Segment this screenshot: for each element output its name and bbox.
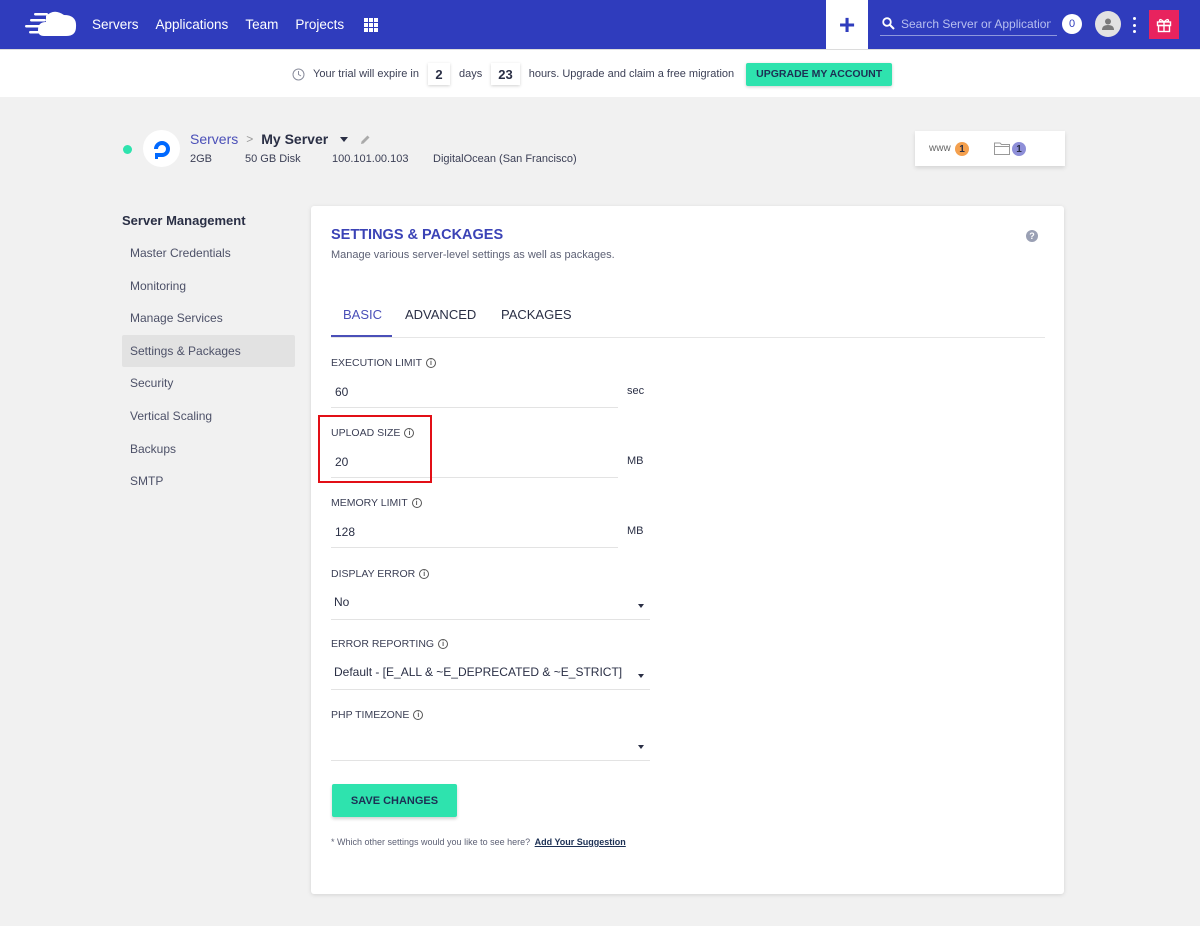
info-icon[interactable]: i bbox=[411, 498, 422, 508]
tab-basic[interactable]: BASIC bbox=[343, 307, 382, 322]
clock-icon bbox=[292, 68, 305, 80]
trial-text-prefix: Your trial will expire in bbox=[313, 68, 419, 80]
info-icon[interactable]: i bbox=[404, 428, 415, 438]
digitalocean-logo bbox=[143, 130, 180, 167]
page-subtitle: Manage various server-level settings as … bbox=[331, 249, 615, 261]
edit-pencil-icon[interactable] bbox=[360, 134, 371, 145]
error-reporting-label-text: ERROR REPORTING bbox=[331, 638, 435, 650]
upload-size-label: UPLOAD SIZE i bbox=[331, 427, 415, 439]
add-suggestion-link[interactable]: Add Your Suggestion bbox=[535, 837, 626, 847]
info-icon[interactable]: i bbox=[419, 569, 430, 579]
sidebar-item-security[interactable]: Security bbox=[122, 367, 295, 399]
add-new-button[interactable]: + bbox=[826, 0, 868, 49]
search-icon bbox=[882, 17, 895, 30]
nav-link-servers[interactable]: Servers bbox=[92, 17, 139, 32]
settings-tabs: BASIC ADVANCED PACKAGES bbox=[331, 301, 1045, 338]
info-icon[interactable]: i bbox=[438, 639, 449, 649]
sidebar-item-manage-services[interactable]: Manage Services bbox=[122, 302, 295, 334]
sidebar-item-monitoring[interactable]: Monitoring bbox=[122, 270, 295, 302]
display-error-label: DISPLAY ERROR i bbox=[331, 568, 430, 580]
breadcrumb-servers-link[interactable]: Servers bbox=[190, 131, 238, 147]
breadcrumb-chevron-icon: > bbox=[246, 132, 254, 146]
display-error-select[interactable]: No bbox=[331, 588, 650, 620]
top-navigation-bar: Servers Applications Team Projects + 0 bbox=[0, 0, 1200, 49]
search-box bbox=[880, 12, 1057, 36]
trial-hours-value: 23 bbox=[491, 63, 520, 85]
suggestion-text: * Which other settings would you like to… bbox=[331, 837, 531, 847]
notification-count-badge[interactable]: 0 bbox=[1062, 14, 1082, 34]
trial-banner: Your trial will expire in 2 days 23 hour… bbox=[0, 49, 1200, 97]
server-resource-counts: www 1 1 bbox=[915, 131, 1065, 166]
sidebar-item-smtp[interactable]: SMTP bbox=[122, 465, 295, 497]
execution-limit-label-text: EXECUTION LIMIT bbox=[331, 357, 423, 369]
execution-limit-unit: sec bbox=[627, 385, 645, 397]
sidebar-item-settings-packages[interactable]: Settings & Packages bbox=[122, 334, 295, 367]
trial-text-suffix: hours. Upgrade and claim a free migratio… bbox=[528, 68, 735, 80]
server-disk: 50 GB Disk bbox=[245, 153, 301, 165]
server-ram: 2GB bbox=[190, 153, 213, 165]
upload-size-label-text: UPLOAD SIZE bbox=[331, 427, 401, 439]
folder-icon[interactable] bbox=[994, 142, 1010, 155]
server-switcher-caret-icon[interactable] bbox=[340, 136, 349, 142]
memory-limit-label-text: MEMORY LIMIT bbox=[331, 497, 408, 509]
execution-limit-label: EXECUTION LIMIT i bbox=[331, 357, 437, 369]
active-tab-indicator bbox=[331, 335, 392, 337]
www-count-badge[interactable]: 1 bbox=[955, 142, 969, 156]
trial-days-label: days bbox=[458, 68, 483, 80]
memory-limit-unit: MB bbox=[627, 525, 644, 537]
suggestion-note: * Which other settings would you like to… bbox=[331, 837, 626, 847]
server-name: My Server bbox=[261, 131, 329, 147]
sidebar-title: Server Management bbox=[122, 213, 246, 228]
nav-link-applications[interactable]: Applications bbox=[156, 17, 229, 32]
more-options-kebab-icon[interactable] bbox=[1131, 17, 1137, 33]
user-avatar[interactable] bbox=[1095, 11, 1121, 37]
memory-limit-input[interactable] bbox=[331, 516, 618, 548]
error-reporting-select[interactable]: Default - [E_ALL & ~E_DEPRECATED & ~E_ST… bbox=[331, 658, 650, 690]
php-timezone-select[interactable] bbox=[331, 729, 650, 761]
tab-packages[interactable]: PACKAGES bbox=[501, 307, 572, 322]
error-reporting-value: Default - [E_ALL & ~E_DEPRECATED & ~E_ST… bbox=[334, 665, 623, 679]
sidebar-item-master-credentials[interactable]: Master Credentials bbox=[122, 237, 295, 269]
server-provider: DigitalOcean (San Francisco) bbox=[433, 153, 577, 165]
folder-count-badge[interactable]: 1 bbox=[1012, 142, 1026, 156]
info-icon[interactable]: i bbox=[426, 358, 437, 368]
user-icon bbox=[1102, 18, 1114, 30]
gift-icon bbox=[1156, 18, 1172, 32]
tab-advanced[interactable]: ADVANCED bbox=[405, 307, 476, 322]
php-timezone-label: PHP TIMEZONE i bbox=[331, 709, 424, 721]
chevron-down-icon bbox=[638, 745, 644, 749]
apps-grid-icon[interactable] bbox=[364, 18, 378, 32]
upgrade-account-button[interactable]: UPGRADE MY ACCOUNT bbox=[746, 62, 893, 86]
php-timezone-label-text: PHP TIMEZONE bbox=[331, 709, 410, 721]
display-error-value: No bbox=[334, 595, 350, 609]
info-icon[interactable]: i bbox=[413, 710, 424, 720]
server-management-sidebar: Server Management Master Credentials Mon… bbox=[122, 213, 295, 497]
settings-card: SETTINGS & PACKAGES Manage various serve… bbox=[311, 206, 1064, 894]
gift-button[interactable] bbox=[1149, 10, 1179, 39]
plus-icon: + bbox=[838, 8, 856, 40]
save-changes-button[interactable]: SAVE CHANGES bbox=[332, 784, 457, 817]
sidebar-item-backups[interactable]: Backups bbox=[122, 433, 295, 465]
page-title: SETTINGS & PACKAGES bbox=[331, 227, 504, 243]
sidebar-item-vertical-scaling[interactable]: Vertical Scaling bbox=[122, 400, 295, 432]
chevron-down-icon bbox=[638, 604, 644, 608]
server-ip: 100.101.00.103 bbox=[332, 153, 409, 165]
cloudways-logo-icon[interactable] bbox=[24, 10, 78, 38]
nav-link-projects[interactable]: Projects bbox=[295, 17, 344, 32]
upload-size-input[interactable] bbox=[331, 446, 618, 478]
nav-link-team[interactable]: Team bbox=[245, 17, 278, 32]
www-apps-label[interactable]: www bbox=[929, 143, 951, 154]
breadcrumb: Servers > My Server bbox=[190, 131, 371, 147]
display-error-label-text: DISPLAY ERROR bbox=[331, 568, 416, 580]
trial-days-value: 2 bbox=[427, 63, 450, 85]
upload-size-unit: MB bbox=[627, 455, 644, 467]
chevron-down-icon bbox=[638, 674, 644, 678]
search-input[interactable] bbox=[901, 16, 1051, 31]
error-reporting-label: ERROR REPORTING i bbox=[331, 638, 449, 650]
memory-limit-label: MEMORY LIMIT i bbox=[331, 497, 422, 509]
server-status-indicator bbox=[123, 145, 132, 154]
execution-limit-input[interactable] bbox=[331, 376, 618, 408]
digitalocean-icon bbox=[153, 140, 170, 159]
help-icon[interactable]: ? bbox=[1026, 230, 1038, 242]
